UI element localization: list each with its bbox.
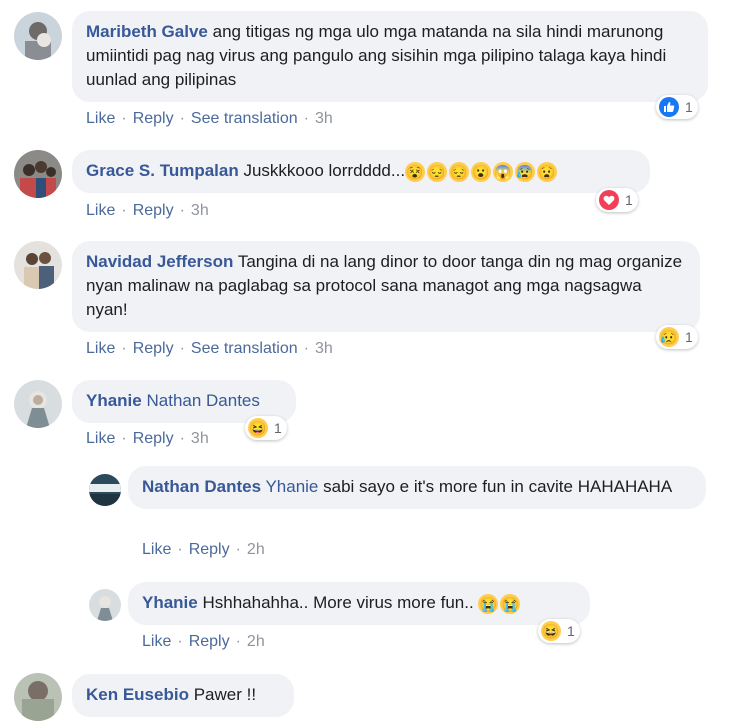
comment-actions: Like · Reply · 3h	[86, 202, 209, 219]
reaction-summary[interactable]: 😆 1	[538, 619, 580, 643]
pensive-face-icon: 😔	[449, 161, 470, 182]
reply-link[interactable]: Reply	[133, 340, 174, 357]
reaction-count: 1	[567, 623, 575, 639]
reply-bubble: Nathan Dantes Yhanie sabi sayo e it's mo…	[128, 466, 706, 509]
dizzy-face-icon: 😵	[405, 161, 426, 182]
reaction-summary[interactable]: 1	[656, 95, 698, 119]
reaction-count: 1	[685, 99, 693, 115]
comment-actions: Like · Reply · 2h	[142, 541, 265, 558]
reaction-count: 1	[274, 420, 282, 436]
avatar[interactable]	[14, 12, 62, 60]
reaction-count: 1	[685, 329, 693, 345]
sad-icon: 😥	[659, 327, 679, 347]
comment-author[interactable]: Navidad Jefferson	[86, 252, 233, 271]
comment-text: Juskkkooo lorrdddd...	[243, 161, 406, 180]
like-link[interactable]: Like	[86, 340, 115, 357]
like-link[interactable]: Like	[86, 110, 115, 127]
reaction-count: 1	[625, 192, 633, 208]
comment-bubble: Grace S. Tumpalan Juskkkooo lorrdddd...😵…	[72, 150, 650, 193]
avatar[interactable]	[89, 589, 121, 621]
like-link[interactable]: Like	[142, 633, 171, 650]
comment-actions: Like · Reply · 3h	[86, 430, 209, 447]
haha-icon: 😆	[541, 621, 561, 641]
screaming-face-icon: 😱	[493, 161, 514, 182]
astonished-face-icon: 😮	[471, 161, 492, 182]
relieved-face-icon: 😔	[427, 161, 448, 182]
anxious-face-icon: 😰	[515, 161, 536, 182]
reply-link[interactable]: Reply	[189, 633, 230, 650]
comment-author[interactable]: Grace S. Tumpalan	[86, 161, 239, 180]
haha-icon: 😆	[248, 418, 268, 438]
reply-link[interactable]: Reply	[133, 202, 174, 219]
heart-icon	[599, 190, 619, 210]
like-icon	[659, 97, 679, 117]
comment-actions: Like · Reply · See translation · 3h	[86, 340, 333, 357]
see-translation-link[interactable]: See translation	[191, 110, 298, 127]
see-translation-link[interactable]: See translation	[191, 340, 298, 357]
comment-author[interactable]: Maribeth Galve	[86, 22, 208, 41]
comment-actions: Like · Reply · 2h	[142, 633, 265, 650]
comment-author[interactable]: Yhanie	[142, 593, 198, 612]
reply-bubble: Yhanie Hshhahahha.. More virus more fun.…	[128, 582, 590, 625]
timestamp[interactable]: 2h	[247, 633, 265, 650]
timestamp[interactable]: 3h	[315, 110, 333, 127]
avatar[interactable]	[89, 474, 121, 506]
mention-link[interactable]: Nathan Dantes	[146, 391, 259, 410]
like-link[interactable]: Like	[142, 541, 171, 558]
mention-link[interactable]: Yhanie	[265, 477, 318, 496]
comment-author[interactable]: Ken Eusebio	[86, 685, 189, 704]
comment-emojis: 😭 😭	[478, 593, 521, 614]
comment-bubble: Navidad Jefferson Tangina di na lang din…	[72, 241, 700, 332]
timestamp[interactable]: 3h	[315, 340, 333, 357]
comment-text: Pawer !!	[193, 685, 257, 704]
avatar[interactable]	[14, 380, 62, 428]
reply-link[interactable]: Reply	[133, 110, 174, 127]
anguished-face-icon: 😧	[537, 161, 558, 182]
crying-face-icon: 😭	[500, 593, 521, 614]
reply-link[interactable]: Reply	[189, 541, 230, 558]
comment-author[interactable]: Yhanie	[86, 391, 142, 410]
like-link[interactable]: Like	[86, 430, 115, 447]
reaction-summary[interactable]: 1	[596, 188, 638, 212]
comment-bubble: Maribeth Galve ang titigas ng mga ulo mg…	[72, 11, 708, 102]
avatar[interactable]	[14, 241, 62, 289]
comment-actions: Like · Reply · See translation · 3h	[86, 110, 333, 127]
crying-face-icon: 😭	[478, 593, 499, 614]
comment-bubble: Ken Eusebio Pawer !!	[72, 674, 294, 717]
comment-author[interactable]: Nathan Dantes	[142, 477, 261, 496]
comment-text: Hshhahahha.. More virus more fun..	[202, 593, 474, 612]
timestamp[interactable]: 2h	[247, 541, 265, 558]
comment-text: sabi sayo e it's more fun in cavite HAHA…	[323, 477, 673, 496]
timestamp[interactable]: 3h	[191, 430, 209, 447]
reaction-summary[interactable]: 😥 1	[656, 325, 698, 349]
comment-emojis: 😵 😔 😔 😮 😱 😰 😧	[405, 161, 558, 182]
reaction-summary[interactable]: 😆 1	[245, 416, 287, 440]
avatar[interactable]	[14, 150, 62, 198]
reply-link[interactable]: Reply	[133, 430, 174, 447]
like-link[interactable]: Like	[86, 202, 115, 219]
timestamp[interactable]: 3h	[191, 202, 209, 219]
